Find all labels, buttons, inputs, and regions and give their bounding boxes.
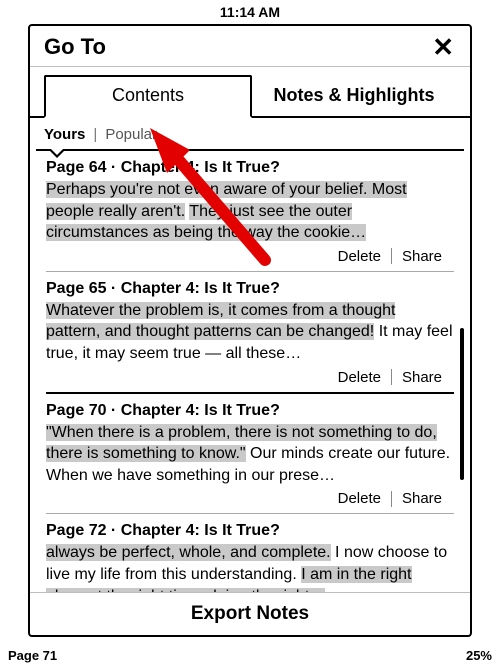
notes-list-area: Page 64 · Chapter 4: Is It True?Perhaps …	[36, 149, 464, 592]
scrollbar-track[interactable]	[460, 155, 464, 588]
footer-bar: Page 71 25%	[0, 644, 500, 667]
share-button[interactable]: Share	[392, 248, 452, 265]
note-actions: DeleteShare	[46, 486, 454, 513]
share-button[interactable]: Share	[392, 369, 452, 386]
subtab-active-caret-fill	[50, 148, 64, 155]
footer-percent: 25%	[466, 648, 492, 663]
tab-contents[interactable]: Contents	[44, 75, 252, 118]
subtabs-row: Yours | Popular	[30, 118, 470, 149]
note-item[interactable]: Page 64 · Chapter 4: Is It True?Perhaps …	[44, 151, 456, 271]
note-body: "When there is a problem, there is not s…	[46, 422, 454, 487]
share-button[interactable]: Share	[392, 490, 452, 507]
close-icon[interactable]: ✕	[430, 34, 456, 60]
status-bar-time: 11:14 AM	[0, 0, 500, 22]
note-actions: DeleteShare	[46, 244, 454, 271]
note-item[interactable]: Page 72 · Chapter 4: Is It True?always b…	[44, 514, 456, 592]
tabs-row: Contents Notes & Highlights	[30, 67, 470, 116]
highlighted-text: Whatever the problem is, it comes from a…	[46, 302, 395, 341]
export-notes-button[interactable]: Export Notes	[30, 592, 470, 635]
note-header: Page 64 · Chapter 4: Is It True?	[46, 159, 454, 179]
subtab-separator: |	[93, 126, 97, 143]
notes-scroll[interactable]: Page 64 · Chapter 4: Is It True?Perhaps …	[36, 151, 464, 592]
subtab-yours[interactable]: Yours	[44, 126, 85, 143]
goto-modal: Go To ✕ Contents Notes & Highlights Your…	[28, 24, 472, 637]
note-actions: DeleteShare	[46, 365, 454, 392]
note-body: always be perfect, whole, and complete. …	[46, 542, 454, 592]
tab-notes-highlights[interactable]: Notes & Highlights	[252, 77, 456, 116]
subtab-popular[interactable]: Popular	[105, 126, 157, 143]
note-header: Page 70 · Chapter 4: Is It True?	[46, 402, 454, 422]
delete-button[interactable]: Delete	[328, 369, 391, 386]
note-item[interactable]: Page 65 · Chapter 4: Is It True?Whatever…	[44, 272, 456, 392]
note-header: Page 65 · Chapter 4: Is It True?	[46, 280, 454, 300]
highlighted-text: always be perfect, whole, and complete.	[46, 544, 331, 561]
note-item[interactable]: Page 70 · Chapter 4: Is It True?"When th…	[44, 394, 456, 514]
delete-button[interactable]: Delete	[328, 248, 391, 265]
delete-button[interactable]: Delete	[328, 490, 391, 507]
note-body: Whatever the problem is, it comes from a…	[46, 300, 454, 365]
scrollbar-thumb[interactable]	[460, 328, 464, 480]
modal-title: Go To	[44, 34, 430, 60]
footer-page: Page 71	[8, 648, 57, 663]
note-body: Perhaps you're not even aware of your be…	[46, 179, 454, 244]
note-header: Page 72 · Chapter 4: Is It True?	[46, 522, 454, 542]
